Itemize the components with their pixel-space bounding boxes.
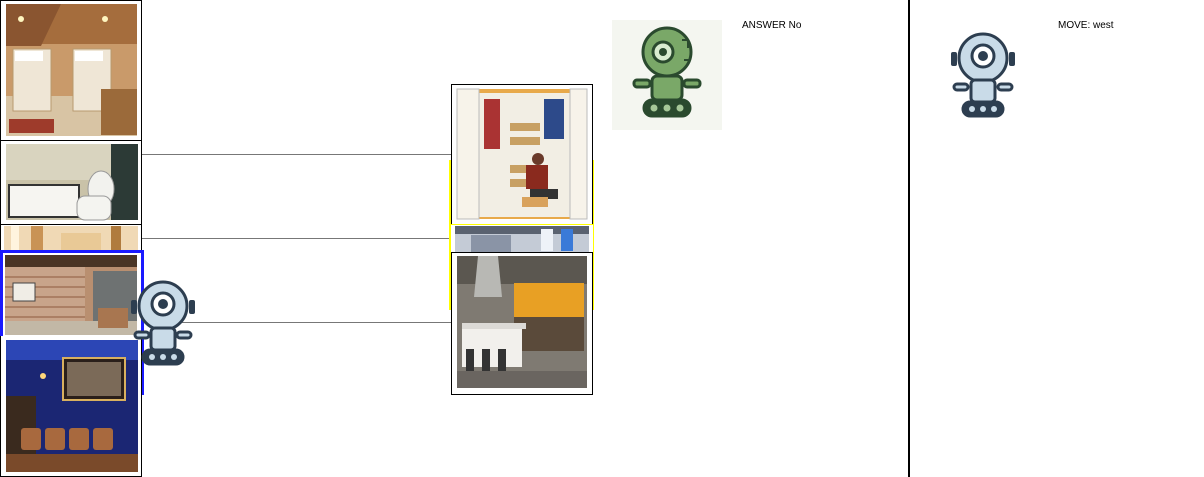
agent-robot-icon bbox=[127, 278, 199, 370]
home-theater-room-tile[interactable] bbox=[0, 336, 142, 477]
connection-line-hallway-corridor bbox=[141, 238, 453, 239]
panel-divider bbox=[908, 0, 910, 477]
move-robot-icon bbox=[946, 30, 1020, 122]
bedroom-room-tile[interactable] bbox=[0, 0, 142, 141]
answer-robot-icon bbox=[612, 20, 722, 130]
closet-room-tile[interactable] bbox=[451, 84, 593, 225]
move-text: MOVE: west bbox=[1058, 20, 1114, 31]
kitchen-room-tile[interactable] bbox=[451, 252, 593, 395]
bathroom-room-tile[interactable] bbox=[0, 140, 142, 225]
answer-text: ANSWER No bbox=[742, 20, 802, 31]
corridor-room-tile[interactable] bbox=[451, 224, 593, 254]
connection-line-bathroom-closet bbox=[141, 154, 453, 155]
